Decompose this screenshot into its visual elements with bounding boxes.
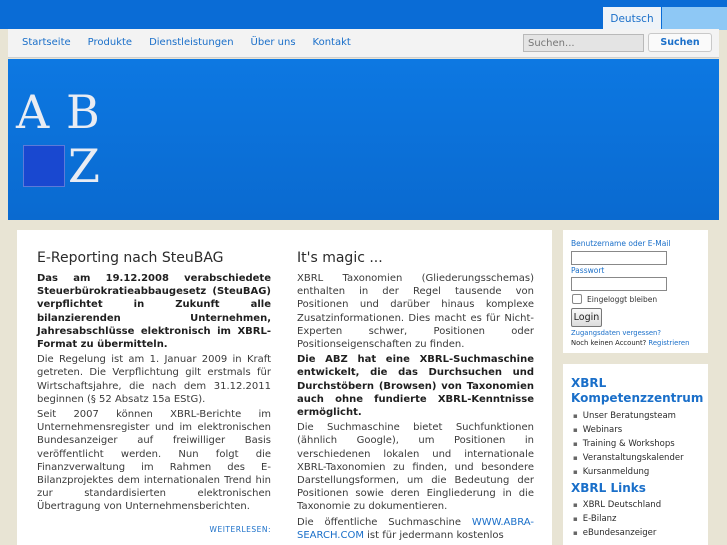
article-paragraph: Die Suchmaschine bietet Suchfunktionen (… [297,422,534,513]
article-lead: Das am 19.12.2008 verabschiedete Steuerb… [37,273,271,351]
nav-links: Startseite Produkte Dienstleistungen Übe… [22,37,368,48]
login-button[interactable]: Login [571,308,602,327]
sidebar-link[interactable]: Training & Workshops [573,437,684,451]
article-paragraph: Die Regelung ist am 1. Januar 2009 in Kr… [37,354,271,405]
register-link[interactable]: Registrieren [648,339,689,347]
sidebar-link[interactable]: eBundesanzeiger [573,526,661,540]
sidebar-link[interactable]: XBRL Deutschland [573,498,661,512]
header-banner: A B Z [8,59,719,220]
read-more-link[interactable]: WEITERLESEN: [37,523,271,536]
search-button[interactable]: Suchen [648,33,712,52]
nav-kontakt[interactable]: Kontakt [313,37,351,48]
password-input[interactable] [571,277,667,291]
article-paragraph: XBRL Taxonomien (Gliederungsschemas) ent… [297,273,534,351]
login-panel: Benutzername oder E-Mail Passwort Eingel… [563,230,708,353]
main-content: E-Reporting nach SteuBAG Das am 19.12.20… [17,230,552,545]
username-label: Benutzername oder E-Mail [571,239,671,248]
sidebar-link[interactable]: Veranstaltungskalender [573,451,684,465]
sidebar-xbrl: XBRLKompetenzzentrum Unser Beratungsteam… [563,364,708,545]
xbrl-links-list: XBRL Deutschland E-Bilanz eBundesanzeige… [573,498,661,540]
logo-square [23,145,65,187]
logo-letter-b: B [66,85,100,139]
nav-produkte[interactable]: Produkte [88,37,132,48]
sidebar-heading-kompetenzzentrum: XBRL Kompetenzzentrum [571,376,704,405]
sidebar-link[interactable]: E-Bilanz [573,512,661,526]
nav-dienstleistungen[interactable]: Dienstleistungen [149,37,233,48]
forgot-credentials-link[interactable]: Zugangsdaten vergessen? [571,329,661,337]
sidebar-link[interactable]: Kursanmeldung [573,465,684,479]
abz-logo[interactable]: A B Z [16,89,110,193]
register-line: Noch keinen Account? Registrieren [571,339,690,347]
sidebar-heading-xbrl-links: XBRL Links [571,481,646,495]
article-title: E-Reporting nach SteuBAG [37,250,224,266]
sidebar-link[interactable]: Unser Beratungsteam [573,409,684,423]
article-e-reporting: E-Reporting nach SteuBAG Das am 19.12.20… [37,250,271,536]
kompetenzzentrum-list: Unser Beratungsteam Webinars Training & … [573,409,684,479]
article-title: It's magic ... [297,250,383,266]
nav-startseite[interactable]: Startseite [22,37,71,48]
paragraph-text: Die öffentliche Suchmaschine [297,516,461,528]
sidebar-link[interactable]: Webinars [573,423,684,437]
main-navigation: Startseite Produkte Dienstleistungen Übe… [8,29,719,58]
article-paragraph: Seit 2007 können XBRL-Berichte im Untern… [37,409,271,513]
language-tab-bar [662,7,727,30]
article-paragraph: Die öffentliche Suchmaschine WWW.ABRA-SE… [297,516,534,542]
article-lead: Die ABZ hat eine XBRL-Suchmaschine entwi… [297,354,534,419]
paragraph-text: ist für jedermann kostenlos [367,529,504,541]
logo-letter-z: Z [68,139,100,193]
password-label: Passwort [571,266,605,275]
logo-letter-a: A [16,85,50,139]
username-input[interactable] [571,251,667,265]
article-its-magic: It's magic ... XBRL Taxonomien (Gliederu… [297,250,534,544]
nav-ueber-uns[interactable]: Über uns [251,37,296,48]
language-tab-deutsch[interactable]: Deutsch [603,7,661,30]
search-input[interactable] [523,34,644,52]
remember-label: Eingeloggt bleiben [587,295,658,304]
remember-checkbox[interactable] [572,294,582,304]
